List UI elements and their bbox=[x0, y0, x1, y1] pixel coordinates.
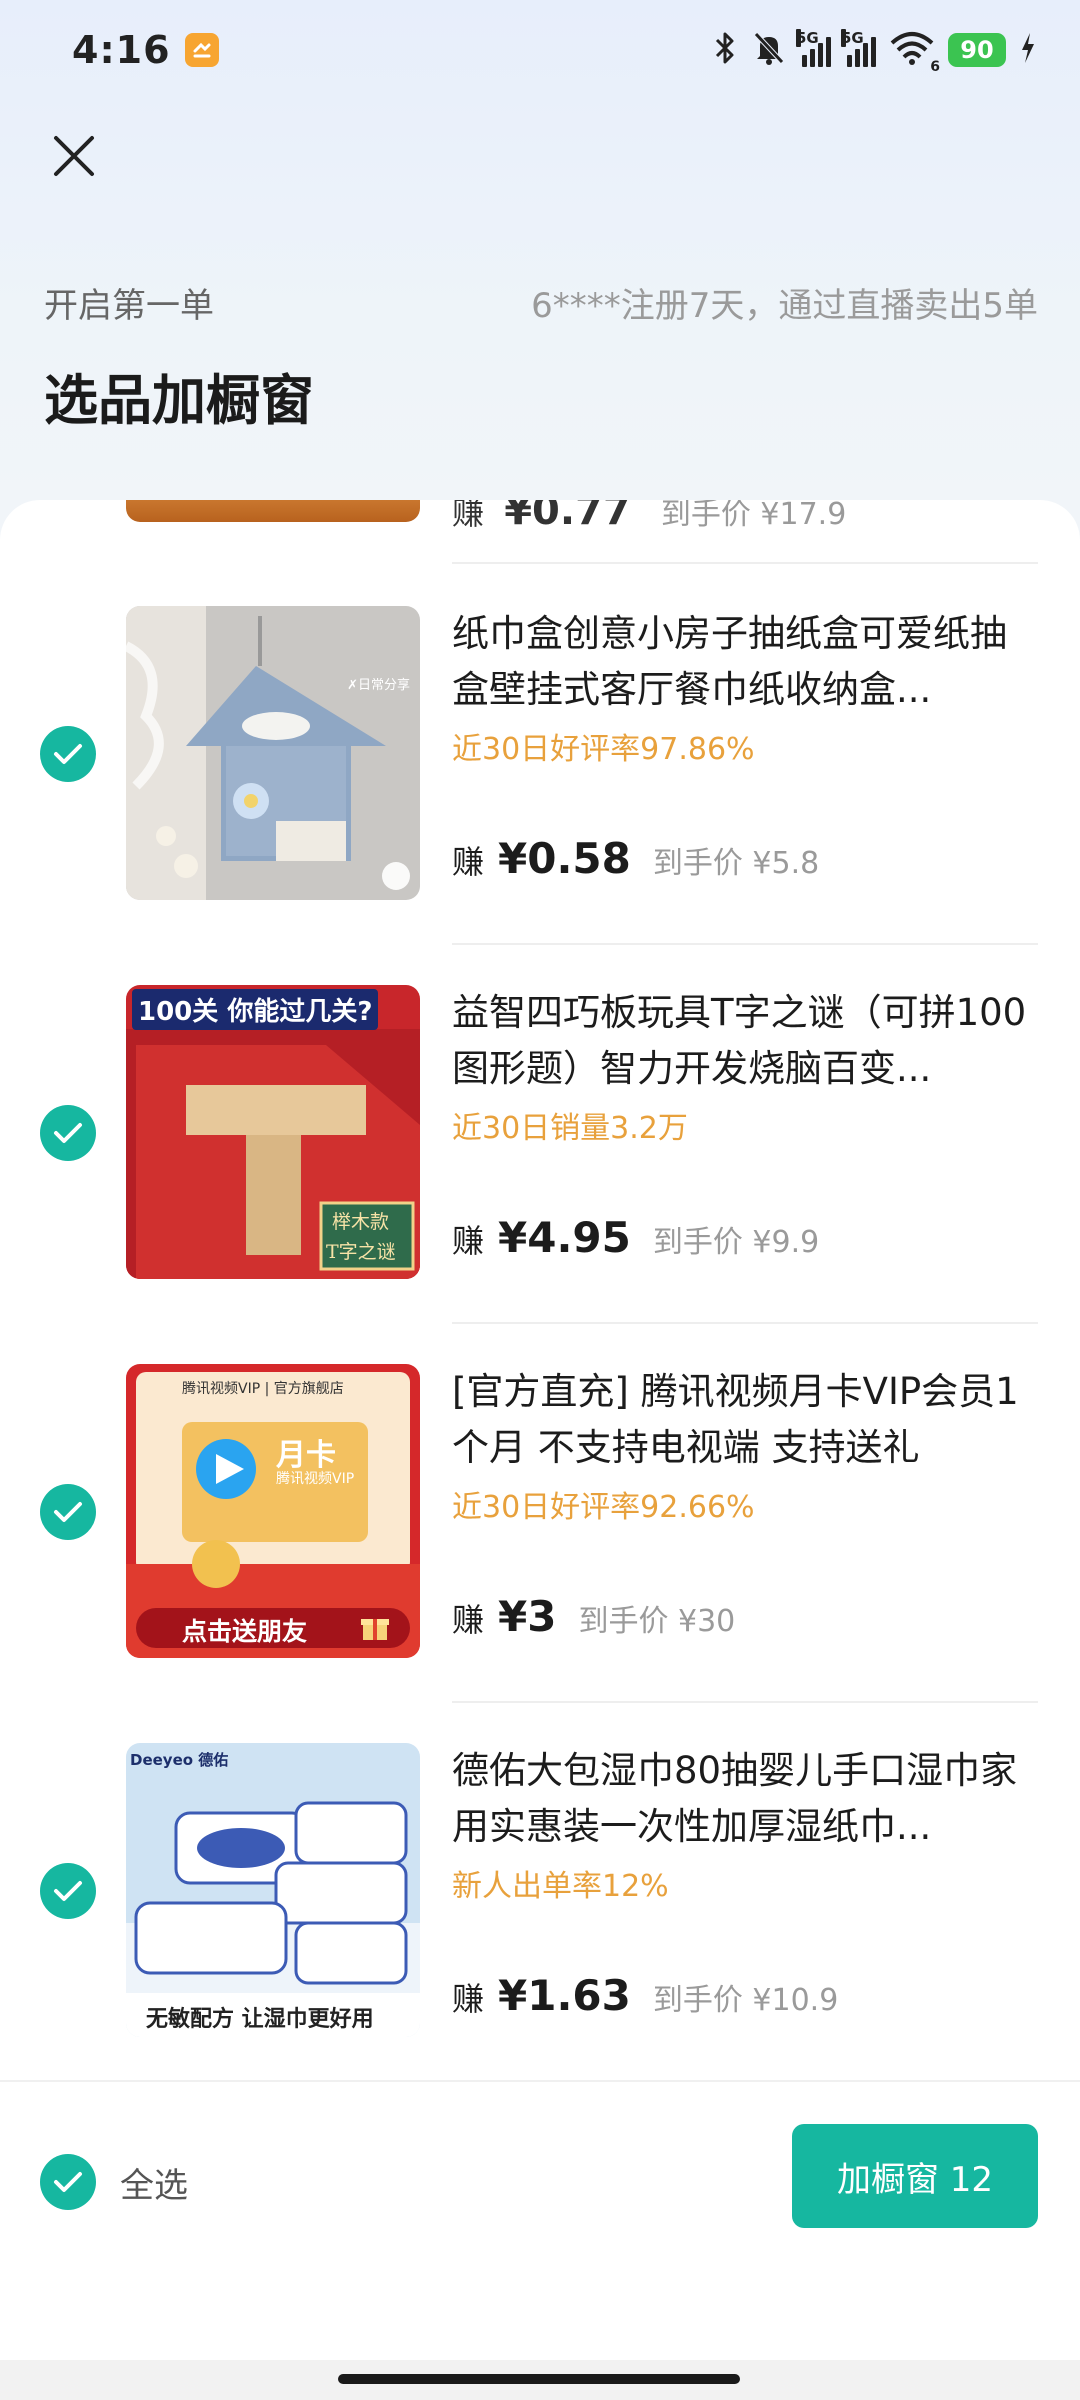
product-tag: 近30日销量3.2万 bbox=[452, 1111, 688, 1146]
thumb-footer: 点击送朋友 bbox=[182, 1617, 308, 1646]
home-indicator-area bbox=[0, 2360, 1080, 2400]
price-row: 赚 ¥4.95 到手价 ¥9.9 bbox=[452, 1213, 819, 1262]
close-icon bbox=[52, 134, 96, 182]
earn-amount: ¥0.58 bbox=[498, 834, 631, 883]
list-item[interactable]: Deeyeo 德佑 无敏配方 让湿巾更好用 德佑大包湿巾80抽婴儿手口湿巾家用实… bbox=[0, 1743, 1080, 2039]
product-title[interactable]: 益智四巧板玩具T字之谜（可拼100图形题）智力开发烧脑百变... bbox=[452, 985, 1038, 1097]
home-indicator[interactable] bbox=[338, 2374, 740, 2384]
wifi-label: 6 bbox=[930, 59, 940, 75]
product-thumbnail[interactable]: Deeyeo 德佑 无敏配方 让湿巾更好用 bbox=[126, 1743, 420, 2037]
thumb-banner: 100关 你能过几关? bbox=[132, 989, 379, 1030]
thumb-badge-2: T字之谜 bbox=[326, 1241, 396, 1263]
check-icon bbox=[54, 744, 82, 764]
earn-amount: ¥1.63 bbox=[498, 1971, 631, 2020]
gift-icon bbox=[360, 1612, 390, 1642]
thumb-footer: 无敏配方 让湿巾更好用 bbox=[146, 2007, 374, 2032]
divider bbox=[452, 1701, 1038, 1703]
earn-label: 赚 bbox=[452, 500, 485, 532]
earn-label: 赚 bbox=[452, 843, 485, 881]
app-notification-icon bbox=[184, 33, 219, 67]
net-price: 到手价 ¥10.9 bbox=[652, 1983, 839, 2018]
check-icon bbox=[54, 1123, 82, 1143]
earn-label: 赚 bbox=[452, 1980, 485, 2018]
earn-amount: ¥3 bbox=[498, 1592, 557, 1641]
check-icon bbox=[54, 1502, 82, 1522]
header-notice: 6****注册7天，通过直播卖出5单 bbox=[531, 286, 1038, 326]
page-title: 选品加橱窗 bbox=[44, 369, 314, 432]
signal-icon-1: 5G bbox=[796, 29, 831, 67]
item-checkbox[interactable] bbox=[40, 726, 96, 782]
select-all-toggle[interactable]: 全选 bbox=[40, 2154, 188, 2210]
status-icons: 5G 5G 6 90 bbox=[712, 29, 1036, 75]
charging-icon bbox=[1020, 33, 1036, 67]
product-thumbnail[interactable]: 100关 你能过几关? 榉木款 T字之谜 bbox=[126, 985, 420, 1279]
net-price: 到手价 ¥17.9 bbox=[660, 500, 847, 532]
signal-icon-2: 5G bbox=[841, 29, 876, 67]
check-icon bbox=[54, 1881, 82, 1901]
mute-icon bbox=[752, 30, 786, 70]
earn-amount: ¥4.95 bbox=[498, 1213, 631, 1262]
net-price: 到手价 ¥5.8 bbox=[652, 846, 820, 881]
item-checkbox[interactable] bbox=[40, 1484, 96, 1540]
select-all-label: 全选 bbox=[120, 2165, 188, 2206]
list-item[interactable]: 腾讯视频VIP | 官方旗舰店 月卡 腾讯视频VIP 点击送朋友 [官方直充] … bbox=[0, 1364, 1080, 1660]
signal-2-label: 5G bbox=[841, 29, 864, 47]
bottom-action-bar: 全选 加橱窗 12 bbox=[0, 2080, 1080, 2360]
product-title[interactable]: [官方直充] 腾讯视频月卡VIP会员1个月 不支持电视端 支持送礼 bbox=[452, 1364, 1038, 1476]
earn-label: 赚 bbox=[452, 1601, 485, 1639]
product-title[interactable]: 纸巾盒创意小房子抽纸盒可爱纸抽盒壁挂式客厅餐巾纸收纳盒... bbox=[452, 606, 1038, 718]
net-price: 到手价 ¥30 bbox=[578, 1604, 736, 1639]
product-thumbnail[interactable]: 腾讯视频VIP | 官方旗舰店 月卡 腾讯视频VIP 点击送朋友 bbox=[126, 1364, 420, 1658]
item-checkbox[interactable] bbox=[40, 1105, 96, 1161]
thumb-badge-1: 榉木款 bbox=[332, 1211, 390, 1233]
thumb-caption: ✗日常分享 bbox=[347, 678, 410, 693]
partial-price-row: 赚 ¥0.77 到手价 ¥17.9 bbox=[452, 500, 846, 534]
divider bbox=[452, 1322, 1038, 1324]
list-item[interactable]: 100关 你能过几关? 榉木款 T字之谜 益智四巧板玩具T字之谜（可拼100图形… bbox=[0, 985, 1080, 1281]
net-price: 到手价 ¥9.9 bbox=[652, 1225, 820, 1260]
bluetooth-icon bbox=[712, 30, 738, 70]
price-row: 赚 ¥3 到手价 ¥30 bbox=[452, 1592, 735, 1641]
wifi-icon: 6 bbox=[890, 31, 940, 75]
signal-1-label: 5G bbox=[796, 29, 819, 47]
thumb-card-sub: 腾讯视频VIP bbox=[276, 1471, 355, 1487]
product-tag: 近30日好评率92.66% bbox=[452, 1490, 755, 1525]
divider bbox=[452, 943, 1038, 945]
status-time: 4:16 bbox=[72, 28, 171, 72]
list-item[interactable]: ✗日常分享 纸巾盒创意小房子抽纸盒可爱纸抽盒壁挂式客厅餐巾纸收纳盒... 近30… bbox=[0, 606, 1080, 902]
product-list[interactable]: 赚 ¥0.77 到手价 ¥17.9 ✗日常分享 纸巾盒创意小房子抽纸盒可爱纸抽盒… bbox=[0, 500, 1080, 2080]
product-title[interactable]: 德佑大包湿巾80抽婴儿手口湿巾家用实惠装一次性加厚湿纸巾... bbox=[452, 1743, 1038, 1855]
product-tag: 近30日好评率97.86% bbox=[452, 732, 755, 767]
product-thumbnail bbox=[126, 500, 420, 522]
product-tag: 新人出单率12% bbox=[452, 1869, 669, 1904]
price-row: 赚 ¥0.58 到手价 ¥5.8 bbox=[452, 834, 819, 883]
list-item-partial[interactable]: 赚 ¥0.77 到手价 ¥17.9 bbox=[0, 500, 1080, 534]
header-subtitle: 开启第一单 bbox=[44, 286, 214, 326]
divider bbox=[452, 562, 1038, 564]
earn-label: 赚 bbox=[452, 1222, 485, 1260]
earn-amount: ¥0.77 bbox=[504, 500, 631, 534]
check-icon bbox=[54, 2172, 82, 2192]
battery-indicator: 90 bbox=[948, 33, 1006, 67]
price-row: 赚 ¥1.63 到手价 ¥10.9 bbox=[452, 1971, 838, 2020]
product-thumbnail[interactable]: ✗日常分享 bbox=[126, 606, 420, 900]
header-row: 开启第一单 6****注册7天，通过直播卖出5单 bbox=[44, 278, 1038, 327]
thumb-header: 腾讯视频VIP | 官方旗舰店 bbox=[182, 1381, 344, 1397]
select-all-checkbox[interactable] bbox=[40, 2154, 96, 2210]
thumb-brand: Deeyeo 德佑 bbox=[130, 1751, 229, 1769]
add-to-showcase-button[interactable]: 加橱窗 12 bbox=[792, 2124, 1038, 2228]
item-checkbox[interactable] bbox=[40, 1863, 96, 1919]
status-bar: 4:16 5G 5G 6 90 bbox=[0, 0, 1080, 100]
close-button[interactable] bbox=[44, 128, 104, 188]
